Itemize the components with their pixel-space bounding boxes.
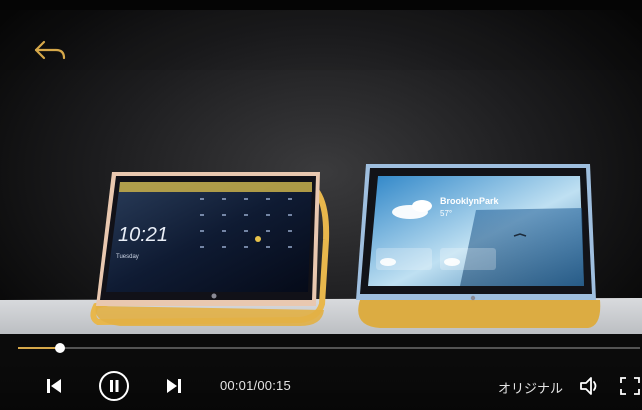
volume-icon [580,377,597,395]
skip-next-icon [167,379,181,393]
skip-previous-icon [47,379,61,393]
left-tablet-clock: 10:21 [118,224,168,246]
right-tablet-temperature: 57° [440,209,452,218]
seek-bar[interactable] [18,342,640,356]
fullscreen-button[interactable] [618,375,642,397]
next-button[interactable] [164,376,184,396]
volume-button[interactable] [578,375,602,397]
top-bar [0,0,642,70]
fullscreen-icon [620,377,640,395]
pause-button[interactable] [98,370,130,402]
duration: 00:15 [257,378,291,393]
quality-selector[interactable]: オリジナル [498,378,563,397]
pause-icon [99,371,129,401]
left-tablet-day: Tuesday [116,254,139,260]
seek-bar-thumb[interactable] [54,343,65,353]
back-arrow-icon [34,40,66,60]
right-tablet-location: BrooklynPark [440,196,500,206]
time-display: 00:01/00:15 [220,378,291,393]
previous-button[interactable] [44,376,64,396]
video-player[interactable]: 10:21 Tuesday BrooklynPark 57° 00:01/00:… [0,0,642,410]
seek-bar-track [18,347,640,349]
control-bar: 00:01/00:15 オリジナル [0,360,642,410]
back-button[interactable] [30,36,70,68]
current-time: 00:01 [220,378,254,393]
seek-bar-played [18,347,60,349]
